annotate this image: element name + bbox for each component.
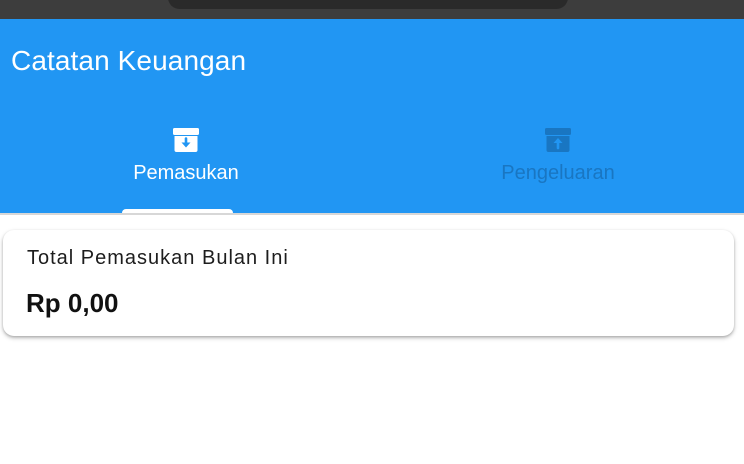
summary-amount: Rp 0,00 xyxy=(26,288,119,318)
status-bar-notch xyxy=(168,0,568,9)
income-summary-card: Total Pemasukan Bulan Ini Rp 0,00 xyxy=(3,230,734,336)
summary-title: Total Pemasukan Bulan Ini xyxy=(27,247,289,269)
app-bar: Catatan Keuangan Pemasukan Pengeluaran xyxy=(0,19,744,214)
tab-label: Pengeluaran xyxy=(501,162,615,184)
archive-up-icon xyxy=(543,123,573,155)
tab-pengeluaran[interactable]: Pengeluaran xyxy=(372,123,744,214)
archive-down-icon xyxy=(171,123,201,155)
divider xyxy=(0,213,744,215)
tab-pemasukan[interactable]: Pemasukan xyxy=(0,123,372,214)
status-bar xyxy=(0,0,744,19)
app-title: Catatan Keuangan xyxy=(11,45,247,76)
tab-label: Pemasukan xyxy=(133,162,239,184)
